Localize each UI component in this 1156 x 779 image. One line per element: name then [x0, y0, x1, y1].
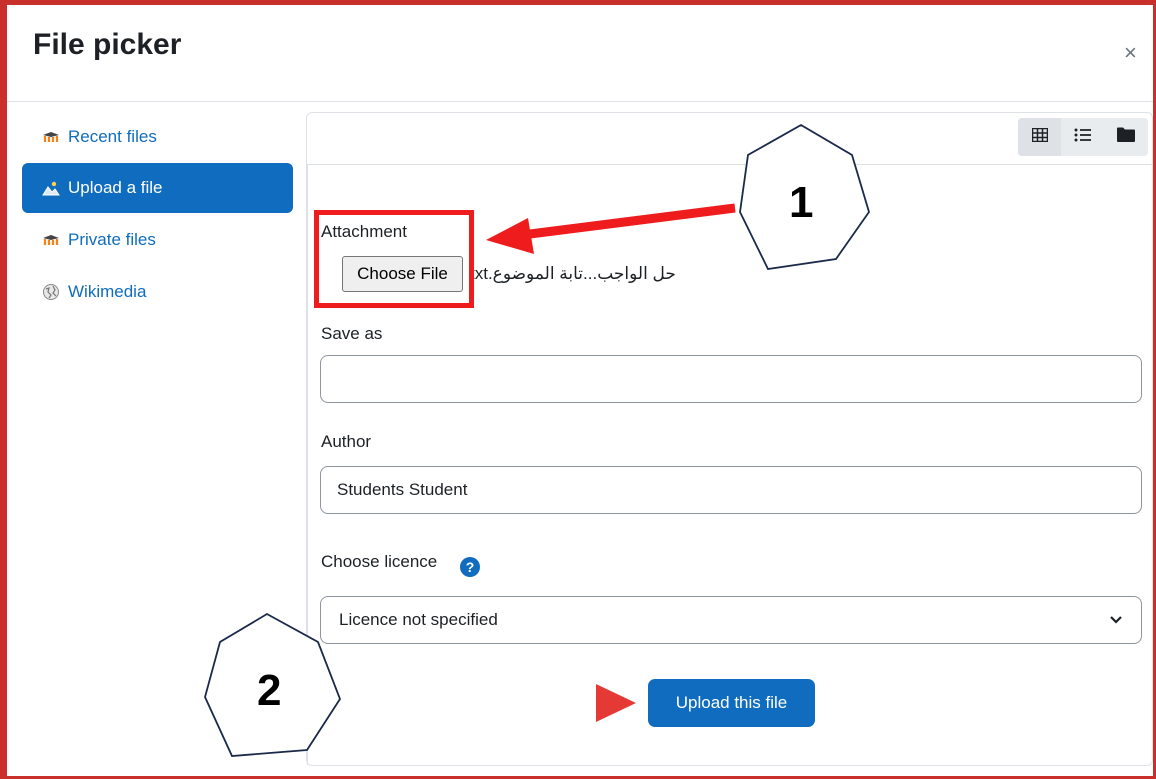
callout-2-number: 2	[257, 666, 282, 715]
arrow-to-attachment	[486, 203, 736, 254]
callout-1-number: 1	[789, 178, 814, 227]
arrow-to-upload-button	[373, 684, 636, 722]
annotation-overlay	[204, 123, 870, 757]
